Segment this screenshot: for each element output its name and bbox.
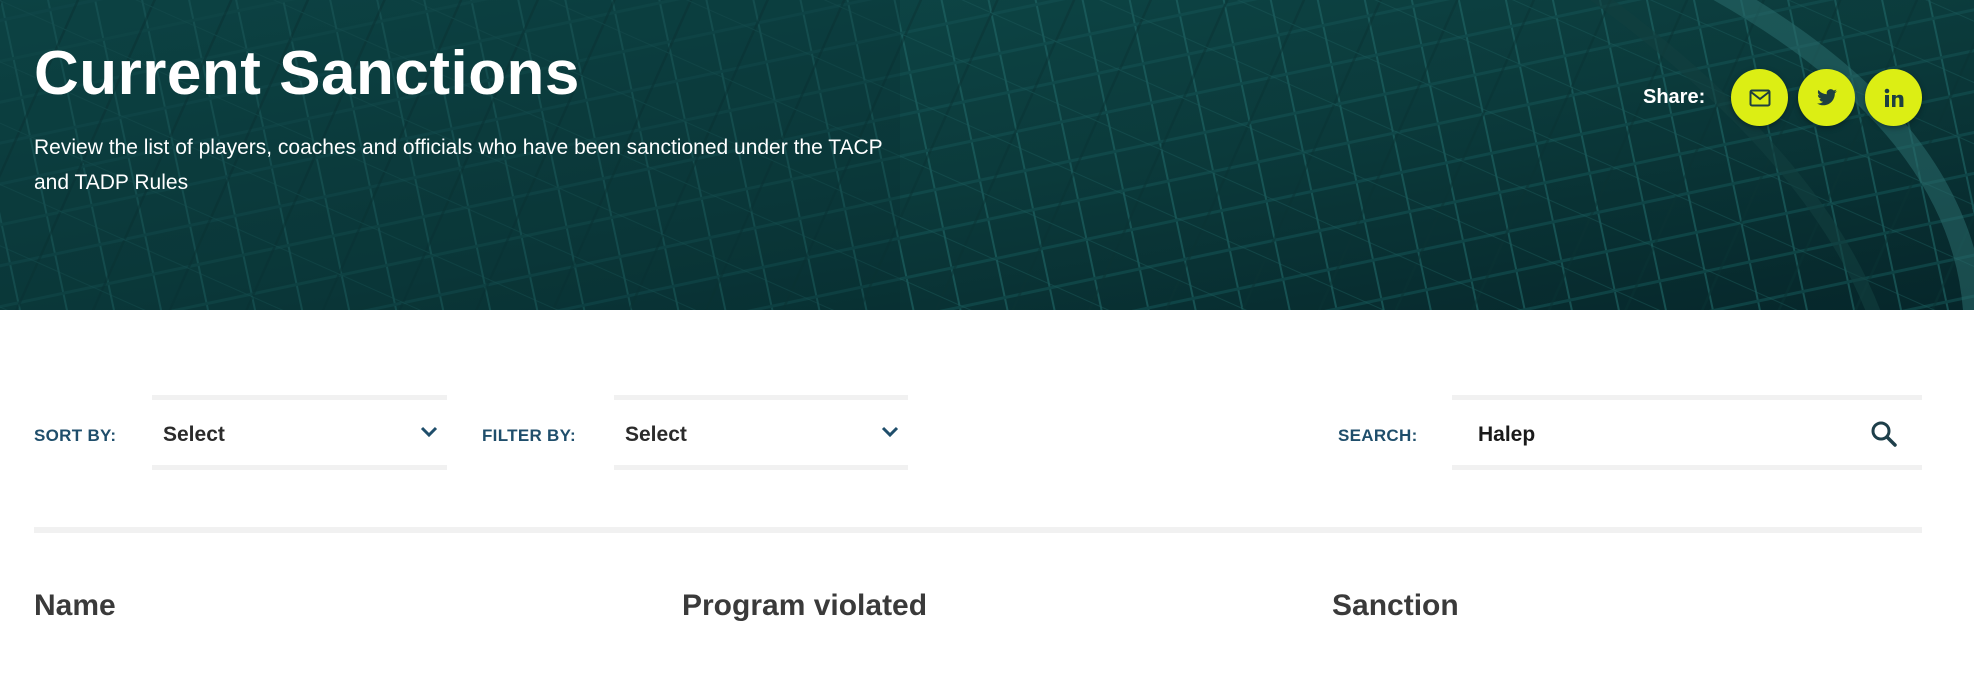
search-box[interactable] (1452, 395, 1922, 470)
page-description: Review the list of players, coaches and … (34, 136, 883, 194)
linkedin-icon (1884, 88, 1903, 107)
filter-controls: SORT BY: Select FILTER BY: Select SEARCH… (0, 395, 1974, 470)
sort-select[interactable]: Select (152, 395, 447, 470)
sort-select-value: Select (163, 423, 225, 446)
search-icon[interactable] (1870, 420, 1898, 448)
divider (34, 527, 1922, 533)
column-header-name: Name (34, 589, 116, 622)
page-title: Current Sanctions (34, 39, 580, 108)
sort-label: SORT BY: (34, 426, 117, 445)
chevron-down-icon (881, 426, 899, 438)
twitter-icon (1816, 88, 1837, 105)
search-input[interactable] (1478, 423, 1838, 447)
share-linkedin-button[interactable] (1865, 69, 1922, 126)
chevron-down-icon (420, 426, 438, 438)
column-header-program-violated: Program violated (682, 589, 928, 622)
filter-select[interactable]: Select (614, 395, 908, 470)
share-twitter-button[interactable] (1798, 69, 1855, 126)
share-email-button[interactable] (1731, 69, 1788, 126)
search-label: SEARCH: (1338, 426, 1418, 445)
hero-banner: Current Sanctions Review the list of pla… (0, 0, 1974, 310)
filter-select-value: Select (625, 423, 687, 446)
filter-label: FILTER BY: (482, 426, 576, 445)
column-header-sanction: Sanction (1332, 589, 1459, 622)
mail-icon (1749, 89, 1770, 106)
share-label: Share: (1643, 86, 1706, 108)
